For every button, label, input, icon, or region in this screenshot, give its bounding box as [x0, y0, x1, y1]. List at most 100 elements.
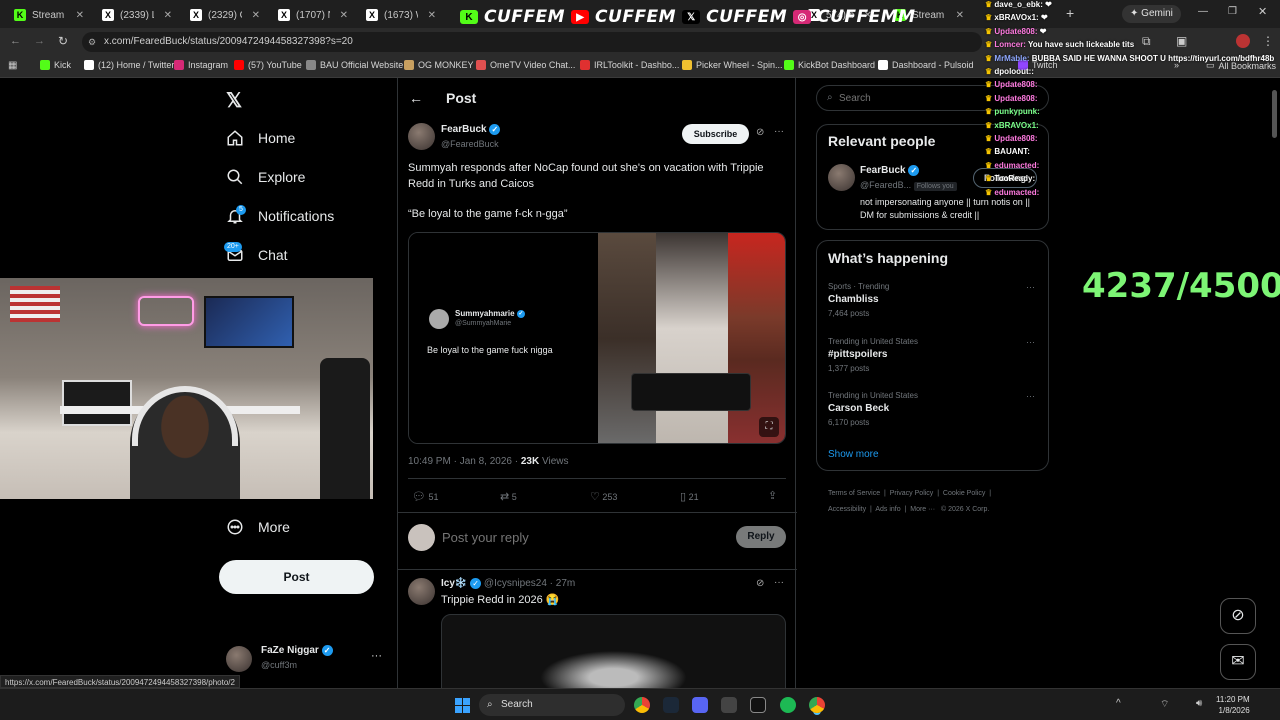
x-logo-icon[interactable]: 𝕏: [226, 88, 242, 113]
messages-float-button[interactable]: ✉: [1220, 644, 1256, 680]
grok-icon[interactable]: ⊘: [756, 127, 764, 138]
reply-author-name[interactable]: Icy❄️: [441, 578, 467, 589]
bookmark-item[interactable]: Picker Wheel - Spin...: [682, 60, 783, 70]
taskbar-search[interactable]: ⌕ Search: [479, 694, 625, 716]
show-more-link[interactable]: Show more: [828, 449, 879, 460]
like-action[interactable]: ♡ 253: [590, 490, 617, 503]
clock-date: 1/8/2026: [1218, 706, 1250, 715]
chat-username: edumacted:: [994, 187, 1040, 197]
reply-button[interactable]: Reply: [736, 526, 786, 548]
bookmark-item[interactable]: Dashboard - Pulsoid: [878, 60, 974, 70]
close-tab-icon[interactable]: ✕: [428, 10, 436, 21]
bookmark-item[interactable]: OG MONKEY: [404, 60, 474, 70]
repost-action[interactable]: ⇄ 5: [500, 490, 517, 503]
bookmark-item[interactable]: IRLToolkit - Dashbo...: [580, 60, 679, 70]
author-name[interactable]: FearBuck: [441, 124, 487, 135]
minimize-button[interactable]: —: [1198, 6, 1208, 17]
bookmark-item[interactable]: BAU Official Website: [306, 60, 403, 70]
nav-home[interactable]: Home: [226, 129, 295, 147]
close-tab-icon[interactable]: ✕: [252, 10, 260, 21]
wifi-icon[interactable]: ⌔: [1160, 698, 1169, 711]
trend-more-icon[interactable]: ···: [1026, 282, 1035, 292]
close-tab-icon[interactable]: ✕: [76, 10, 84, 21]
new-tab-button[interactable]: +: [1066, 5, 1080, 21]
footer-link-privacy[interactable]: Privacy Policy: [890, 490, 934, 497]
site-info-icon[interactable]: ⚙: [88, 32, 96, 52]
bookmark-item[interactable]: Kick: [40, 60, 71, 70]
maximize-button[interactable]: ❐: [1228, 6, 1237, 17]
author-handle[interactable]: @FearedBuck: [441, 139, 499, 149]
grok-icon[interactable]: ⊘: [756, 578, 764, 589]
close-window-button[interactable]: ✕: [1258, 5, 1267, 18]
footer-link-accessibility[interactable]: Accessibility: [828, 506, 866, 513]
bookmark-item[interactable]: Instagram: [174, 60, 228, 70]
subscribe-button[interactable]: Subscribe: [682, 124, 749, 144]
reply-input[interactable]: [442, 527, 682, 547]
forward-icon[interactable]: →: [34, 35, 45, 47]
footer-link-terms[interactable]: Terms of Service: [828, 490, 880, 497]
menu-icon[interactable]: ⋮: [1262, 34, 1274, 48]
profile-avatar[interactable]: [1236, 34, 1250, 48]
browser-tab[interactable]: K Stream ✕: [6, 4, 92, 26]
post-media[interactable]: Summyahmarie ✓ @SummyahMarie Be loyal to…: [408, 232, 786, 444]
capcut-icon[interactable]: [750, 697, 766, 713]
reply-action[interactable]: 💬︎ 51: [412, 490, 439, 503]
nav-explore[interactable]: Explore: [226, 168, 305, 186]
bookmark-label: OG MONKEY: [418, 60, 474, 70]
reply-more-icon[interactable]: ···: [774, 577, 784, 588]
author-avatar[interactable]: [408, 123, 435, 150]
bookmark-item[interactable]: OmeTV Video Chat...: [476, 60, 575, 70]
relevant-avatar[interactable]: [828, 164, 855, 191]
app-icon[interactable]: [721, 697, 737, 713]
browser-tab[interactable]: X (2339) Lou ✕: [94, 4, 180, 26]
trend-item[interactable]: Trending in United States #pittspoilers …: [828, 337, 918, 373]
sidepanel-icon[interactable]: ▣: [1176, 34, 1187, 48]
start-icon[interactable]: [455, 698, 470, 713]
chat-message: ♛ punkypunk:: [985, 107, 1040, 116]
account-switcher[interactable]: FaZe Niggar ✓ @cuff3m ···: [226, 644, 386, 674]
relevant-name[interactable]: FearBuck: [860, 165, 906, 176]
bookmark-item[interactable]: (12) Home / Twitter: [84, 60, 174, 70]
apps-grid-icon[interactable]: ▦: [8, 60, 17, 71]
post-more-icon[interactable]: ···: [774, 126, 784, 137]
back-arrow-icon[interactable]: ←: [409, 90, 423, 106]
chrome-active-icon[interactable]: [809, 697, 825, 713]
trend-item[interactable]: Sports · Trending Chambliss 7,464 posts: [828, 282, 889, 318]
browser-tab[interactable]: X (1673) Wo ✕: [358, 4, 444, 26]
browser-tab[interactable]: X (2329) Osc ✕: [182, 4, 268, 26]
gemini-button[interactable]: ✦ Gemini: [1122, 5, 1181, 23]
close-tab-icon[interactable]: ✕: [340, 10, 348, 21]
clock[interactable]: 11:20 PM 1/8/2026: [1216, 694, 1250, 716]
url-field[interactable]: ⚙ x.com/FearedBuck/status/20094724944583…: [82, 32, 982, 52]
browser-tab[interactable]: X (1707) Nin ✕: [270, 4, 356, 26]
spotify-icon[interactable]: [780, 697, 796, 713]
nav-more[interactable]: More: [226, 518, 290, 536]
post-button[interactable]: Post: [219, 560, 374, 594]
footer-link-ads[interactable]: Ads info: [875, 506, 900, 513]
close-tab-icon[interactable]: ✕: [164, 10, 172, 21]
search-input[interactable]: [839, 90, 989, 106]
grok-float-button[interactable]: ⊘: [1220, 598, 1256, 634]
reply-author-avatar[interactable]: [408, 578, 435, 605]
share-icon[interactable]: ⇪: [768, 489, 777, 502]
chrome-icon[interactable]: [634, 697, 650, 713]
bookmark-item[interactable]: (57) YouTube: [234, 60, 302, 70]
reply-media[interactable]: [441, 614, 786, 694]
page-scrollbar[interactable]: [1272, 90, 1277, 138]
bookmark-item[interactable]: KickBot Dashboard: [784, 60, 875, 70]
tray-chevron-icon[interactable]: ^: [1116, 698, 1121, 709]
footer-link-more[interactable]: More ···: [910, 506, 935, 513]
reload-icon[interactable]: ↻: [58, 34, 68, 48]
extensions-icon[interactable]: ⧉: [1142, 34, 1151, 49]
trend-item[interactable]: Trending in United States Carson Beck 6,…: [828, 391, 918, 427]
trend-more-icon[interactable]: ···: [1026, 391, 1035, 401]
bookmark-action[interactable]: ▯ 21: [680, 490, 699, 503]
footer-link-cookies[interactable]: Cookie Policy: [943, 490, 985, 497]
discord-icon[interactable]: [692, 697, 708, 713]
trend-more-icon[interactable]: ···: [1026, 337, 1035, 347]
steam-icon[interactable]: [663, 697, 679, 713]
account-more-icon[interactable]: ···: [371, 650, 382, 662]
volume-icon[interactable]: 🔊︎: [1196, 698, 1202, 709]
back-icon[interactable]: ←: [10, 35, 21, 47]
media-expand-icon[interactable]: ⛶: [759, 417, 779, 437]
